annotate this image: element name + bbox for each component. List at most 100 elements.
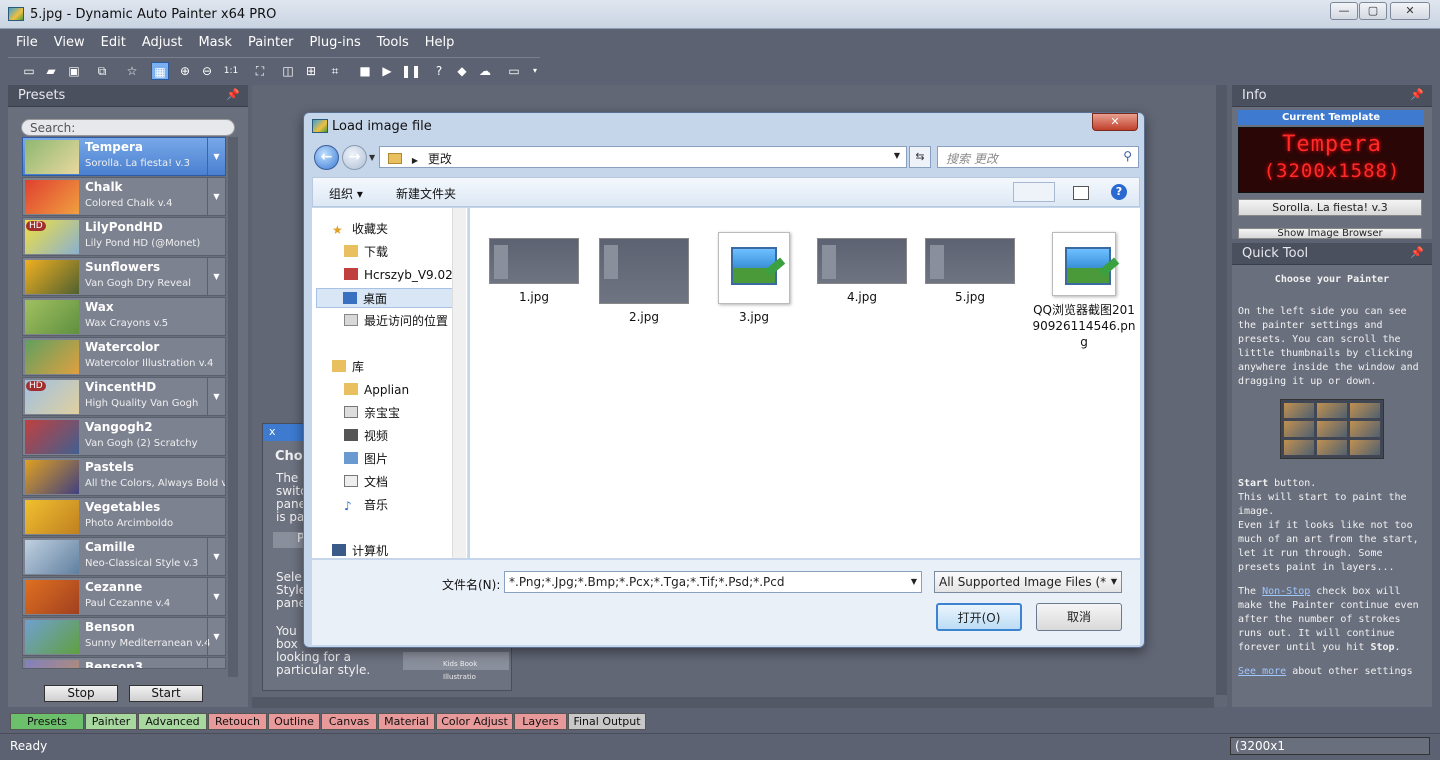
cloud-icon[interactable]: ☁ <box>476 62 494 80</box>
preset-item[interactable]: Watercolor Watercolor Illustration v.4 <box>22 337 226 376</box>
preset-item[interactable]: Pastels All the Colors, Always Bold v <box>22 457 226 496</box>
preset-dropdown-icon[interactable]: ▼ <box>207 538 225 575</box>
nav-pictures[interactable]: 图片 <box>344 449 388 469</box>
preset-dropdown-icon[interactable]: ▼ <box>207 578 225 615</box>
tab-canvas[interactable]: Canvas <box>321 713 377 730</box>
nav-documents[interactable]: 文档 <box>344 472 388 492</box>
save-icon[interactable]: ▣ <box>65 62 83 80</box>
filetype-dropdown-icon[interactable]: ▼ <box>1110 577 1117 586</box>
file-item[interactable]: 1.jpg <box>486 238 582 304</box>
layers-icon[interactable]: ◆ <box>453 62 471 80</box>
preset-item[interactable]: Benson3 ▼ <box>22 657 226 669</box>
file-item[interactable]: 4.jpg <box>814 238 910 304</box>
preset-dropdown-icon[interactable]: ▼ <box>207 178 225 215</box>
preset-dropdown-icon[interactable]: ▼ <box>207 618 225 655</box>
help-circle-icon[interactable]: ? <box>1111 184 1127 200</box>
file-item[interactable]: QQ浏览器截图20190926114546.png <box>1032 232 1136 350</box>
resize-icon[interactable]: ⊞ <box>302 62 320 80</box>
file-item[interactable]: 3.jpg <box>706 232 802 324</box>
see-more-link[interactable]: See more <box>1238 666 1286 677</box>
menu-plugins[interactable]: Plug-ins <box>301 31 368 50</box>
menu-mask[interactable]: Mask <box>190 31 239 50</box>
tab-retouch[interactable]: Retouch <box>208 713 267 730</box>
stop-button[interactable]: Stop <box>44 685 118 702</box>
nav-pane-scrollbar[interactable] <box>452 208 466 558</box>
maximize-button[interactable]: ▢ <box>1359 2 1387 20</box>
pin-icon[interactable]: 📌 <box>1410 88 1424 101</box>
menu-view[interactable]: View <box>46 31 93 50</box>
preset-scrollbar[interactable] <box>228 137 238 677</box>
preset-search-input[interactable]: Search: <box>21 119 235 136</box>
screen-icon[interactable]: ▭ <box>505 62 523 80</box>
help-close-button[interactable]: x <box>263 424 303 441</box>
dialog-search-input[interactable]: 搜索 更改 ⚲ <box>937 146 1139 168</box>
compare-icon[interactable]: ◫ <box>279 62 297 80</box>
pause-icon[interactable]: ❚❚ <box>401 62 421 80</box>
preset-dropdown-icon[interactable]: ▼ <box>207 138 225 175</box>
dialog-close-button[interactable]: ✕ <box>1092 113 1138 131</box>
tab-advanced[interactable]: Advanced <box>138 713 207 730</box>
preset-item[interactable]: Tempera Sorolla. La fiesta! v.3 ▼ <box>22 137 226 176</box>
preset-item[interactable]: Sunflowers Van Gogh Dry Reveal ▼ <box>22 257 226 296</box>
start-button[interactable]: Start <box>129 685 203 702</box>
close-window-button[interactable]: ✕ <box>1390 2 1430 20</box>
canvas-vertical-scrollbar[interactable] <box>1216 85 1227 695</box>
zoom-in-icon[interactable]: ⊕ <box>176 62 194 80</box>
image-view-icon[interactable]: ▦ <box>151 62 169 80</box>
tab-painter[interactable]: Painter <box>85 713 137 730</box>
organize-button[interactable]: 组织 ▾ <box>329 185 363 202</box>
preset-item[interactable]: HD LilyPondHD Lily Pond HD (@Monet) <box>22 217 226 256</box>
open-icon[interactable]: ▰ <box>42 62 60 80</box>
toolbar-overflow-icon[interactable]: ▾ <box>526 62 544 80</box>
tab-final-output[interactable]: Final Output <box>568 713 646 730</box>
menu-adjust[interactable]: Adjust <box>134 31 191 50</box>
zoom-actual-icon[interactable]: 1:1 <box>222 62 240 80</box>
non-stop-link[interactable]: Non-Stop <box>1262 586 1310 597</box>
stop-icon[interactable]: ■ <box>356 62 374 80</box>
preset-item[interactable]: HD VincentHD High Quality Van Gogh ▼ <box>22 377 226 416</box>
menu-file[interactable]: File <box>8 31 46 50</box>
open-button[interactable]: 打开(O) <box>936 603 1022 631</box>
preset-item[interactable]: Chalk Colored Chalk v.4 ▼ <box>22 177 226 216</box>
address-bar[interactable]: ▶ 更改 ▼ <box>379 146 907 168</box>
fit-icon[interactable]: ⛶ <box>251 62 269 80</box>
minimize-button[interactable]: — <box>1330 2 1358 20</box>
file-item[interactable]: 5.jpg <box>922 238 1018 304</box>
cancel-button[interactable]: 取消 <box>1036 603 1122 631</box>
nav-desktop[interactable]: 桌面 <box>316 288 456 308</box>
nav-downloads[interactable]: 下载 <box>344 242 388 262</box>
canvas-horizontal-scrollbar[interactable] <box>252 697 1214 708</box>
file-list[interactable]: 1.jpg 2.jpg 3.jpg 4.jpg 5.jpg QQ浏览器截图201… <box>470 208 1140 558</box>
refresh-icon[interactable]: ⇆ <box>909 146 931 168</box>
tab-outline[interactable]: Outline <box>268 713 320 730</box>
preset-dropdown-icon[interactable]: ▼ <box>207 658 225 668</box>
preset-item[interactable]: Vegetables Photo Arcimboldo <box>22 497 226 536</box>
help-icon[interactable]: ? <box>430 62 448 80</box>
address-dropdown-icon[interactable]: ▼ <box>894 151 900 160</box>
new-icon[interactable]: ▭ <box>20 62 38 80</box>
pin-icon[interactable]: 📌 <box>1410 246 1424 259</box>
filename-input[interactable]: *.Png;*.Jpg;*.Bmp;*.Pcx;*.Tga;*.Tif;*.Ps… <box>504 571 922 593</box>
nav-qinbaobao[interactable]: 亲宝宝 <box>344 403 400 423</box>
preset-dropdown-icon[interactable]: ▼ <box>207 258 225 295</box>
nav-computer[interactable]: 计算机 <box>332 541 388 561</box>
breadcrumb-current[interactable]: 更改 <box>428 152 452 166</box>
nav-recent-places[interactable]: 最近访问的位置 <box>344 311 448 331</box>
nav-favorites[interactable]: ★ 收藏夹 <box>332 219 388 239</box>
favorite-icon[interactable]: ☆ <box>123 62 141 80</box>
back-arrow-icon[interactable]: ← <box>314 145 339 170</box>
preset-item[interactable]: Camille Neo-Classical Style v.3 ▼ <box>22 537 226 576</box>
tab-layers[interactable]: Layers <box>514 713 567 730</box>
view-options-icon[interactable] <box>1013 182 1055 202</box>
save-as-icon[interactable]: ⧉ <box>93 62 111 80</box>
nav-applian[interactable]: Applian <box>344 380 409 400</box>
tab-color-adjust[interactable]: Color Adjust <box>436 713 513 730</box>
menu-help[interactable]: Help <box>417 31 463 50</box>
menu-tools[interactable]: Tools <box>369 31 417 50</box>
filename-dropdown-icon[interactable]: ▼ <box>911 577 917 586</box>
menu-painter[interactable]: Painter <box>240 31 302 50</box>
show-image-browser-button[interactable]: Show Image Browser <box>1238 228 1422 239</box>
tab-material[interactable]: Material <box>378 713 435 730</box>
nav-libraries[interactable]: 库 <box>332 357 364 377</box>
nav-videos[interactable]: 视频 <box>344 426 388 446</box>
